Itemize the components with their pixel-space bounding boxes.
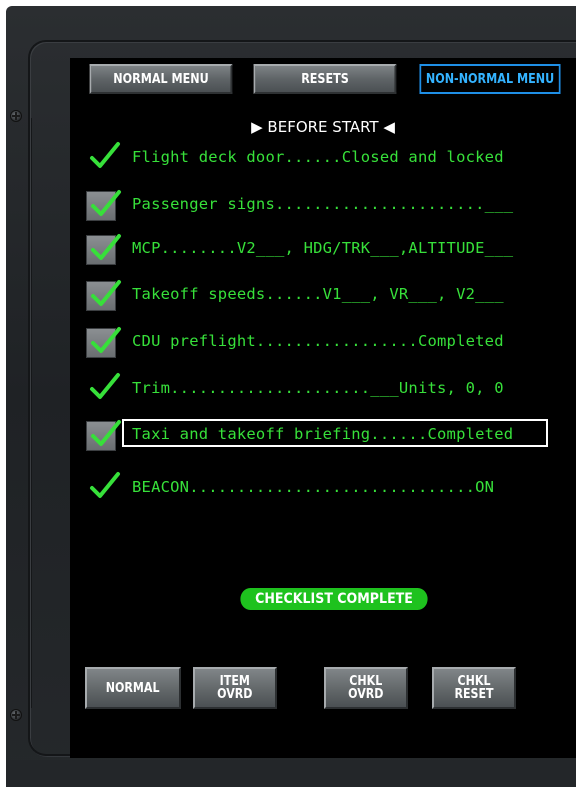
checklist-item-text: Trim.....................___Units, 0, 0 — [132, 379, 504, 397]
bezel-bottom — [6, 760, 576, 787]
checklist-item-text: MCP........V2___, HDG/TRK___,ALTITUDE___ — [132, 239, 514, 257]
checklist-item-text: Flight deck door......Closed and locked — [132, 148, 504, 166]
checklist-item-text: BEACON..............................ON — [132, 478, 495, 496]
checklist-item-text: Takeoff speeds......V1___, VR___, V2___ — [132, 285, 504, 303]
normal-button-label: NORMAL — [106, 680, 160, 696]
tab-non-normal-menu[interactable]: NON-NORMAL MENU — [419, 64, 561, 94]
checklist-title: ▶ BEFORE START ◀ — [70, 118, 576, 136]
checklist-override-button-label: CHKL OVRD — [348, 674, 384, 702]
checkbox-checked[interactable] — [86, 234, 121, 265]
check-mark-icon — [91, 420, 121, 446]
check-mark-icon — [91, 280, 121, 306]
checklist-complete-indicator: CHECKLIST COMPLETE — [240, 588, 428, 610]
check-mark-icon[interactable] — [86, 142, 120, 174]
checklist-complete-label: CHECKLIST COMPLETE — [255, 591, 413, 607]
screw-top — [10, 110, 22, 122]
tab-normal-menu-label: NORMAL MENU — [113, 71, 209, 87]
checklist-item[interactable]: Passenger signs......................___ — [70, 190, 576, 221]
checklist-override-button[interactable]: CHKL OVRD — [324, 667, 408, 709]
tab-non-normal-menu-label: NON-NORMAL MENU — [425, 71, 555, 87]
check-mark-icon — [90, 373, 120, 399]
screw-bottom — [10, 709, 22, 721]
check-mark-icon — [91, 190, 121, 216]
checklist-item[interactable]: Takeoff speeds......V1___, VR___, V2___ — [70, 280, 576, 311]
left-pointer-icon: ◀ — [383, 118, 395, 136]
checklist-reset-button-label: CHKL RESET — [454, 674, 494, 702]
check-mark-icon — [90, 142, 120, 168]
checklist-item-text: Passenger signs......................___ — [132, 195, 514, 213]
tab-normal-menu[interactable]: NORMAL MENU — [89, 64, 233, 94]
check-mark-icon — [91, 234, 121, 260]
tab-resets[interactable]: RESETS — [253, 64, 397, 94]
checklist-display: NORMAL MENU RESETS NON-NORMAL MENU ▶ BEF… — [70, 58, 576, 758]
checklist-item[interactable]: BEACON..............................ON — [70, 472, 576, 504]
checkbox-checked[interactable] — [86, 327, 121, 358]
right-pointer-icon: ▶ — [251, 118, 263, 136]
item-override-button-label: ITEM OVRD — [217, 674, 253, 702]
checklist-item[interactable]: Trim.....................___Units, 0, 0 — [70, 373, 576, 405]
normal-button[interactable]: NORMAL — [85, 667, 181, 709]
checklist-item-text: CDU preflight.................Completed — [132, 332, 504, 350]
check-mark-icon[interactable] — [86, 373, 120, 405]
item-override-button[interactable]: ITEM OVRD — [193, 667, 277, 709]
checklist-title-text: BEFORE START — [267, 118, 379, 136]
checklist-item[interactable]: MCP........V2___, HDG/TRK___,ALTITUDE___ — [70, 234, 576, 265]
tab-resets-label: RESETS — [301, 71, 349, 87]
checklist-item[interactable]: Flight deck door......Closed and locked — [70, 142, 576, 174]
checkbox-checked[interactable] — [86, 190, 121, 221]
checklist-item[interactable]: CDU preflight.................Completed — [70, 327, 576, 358]
check-mark-icon — [91, 327, 121, 353]
checkbox-checked[interactable] — [86, 420, 121, 451]
checklist-item[interactable]: Taxi and takeoff briefing......Completed — [70, 419, 576, 451]
check-mark-icon — [90, 472, 120, 498]
checklist-item-text: Taxi and takeoff briefing......Completed — [132, 425, 514, 443]
check-mark-icon[interactable] — [86, 472, 120, 504]
checklist-reset-button[interactable]: CHKL RESET — [432, 667, 516, 709]
checkbox-checked[interactable] — [86, 280, 121, 311]
